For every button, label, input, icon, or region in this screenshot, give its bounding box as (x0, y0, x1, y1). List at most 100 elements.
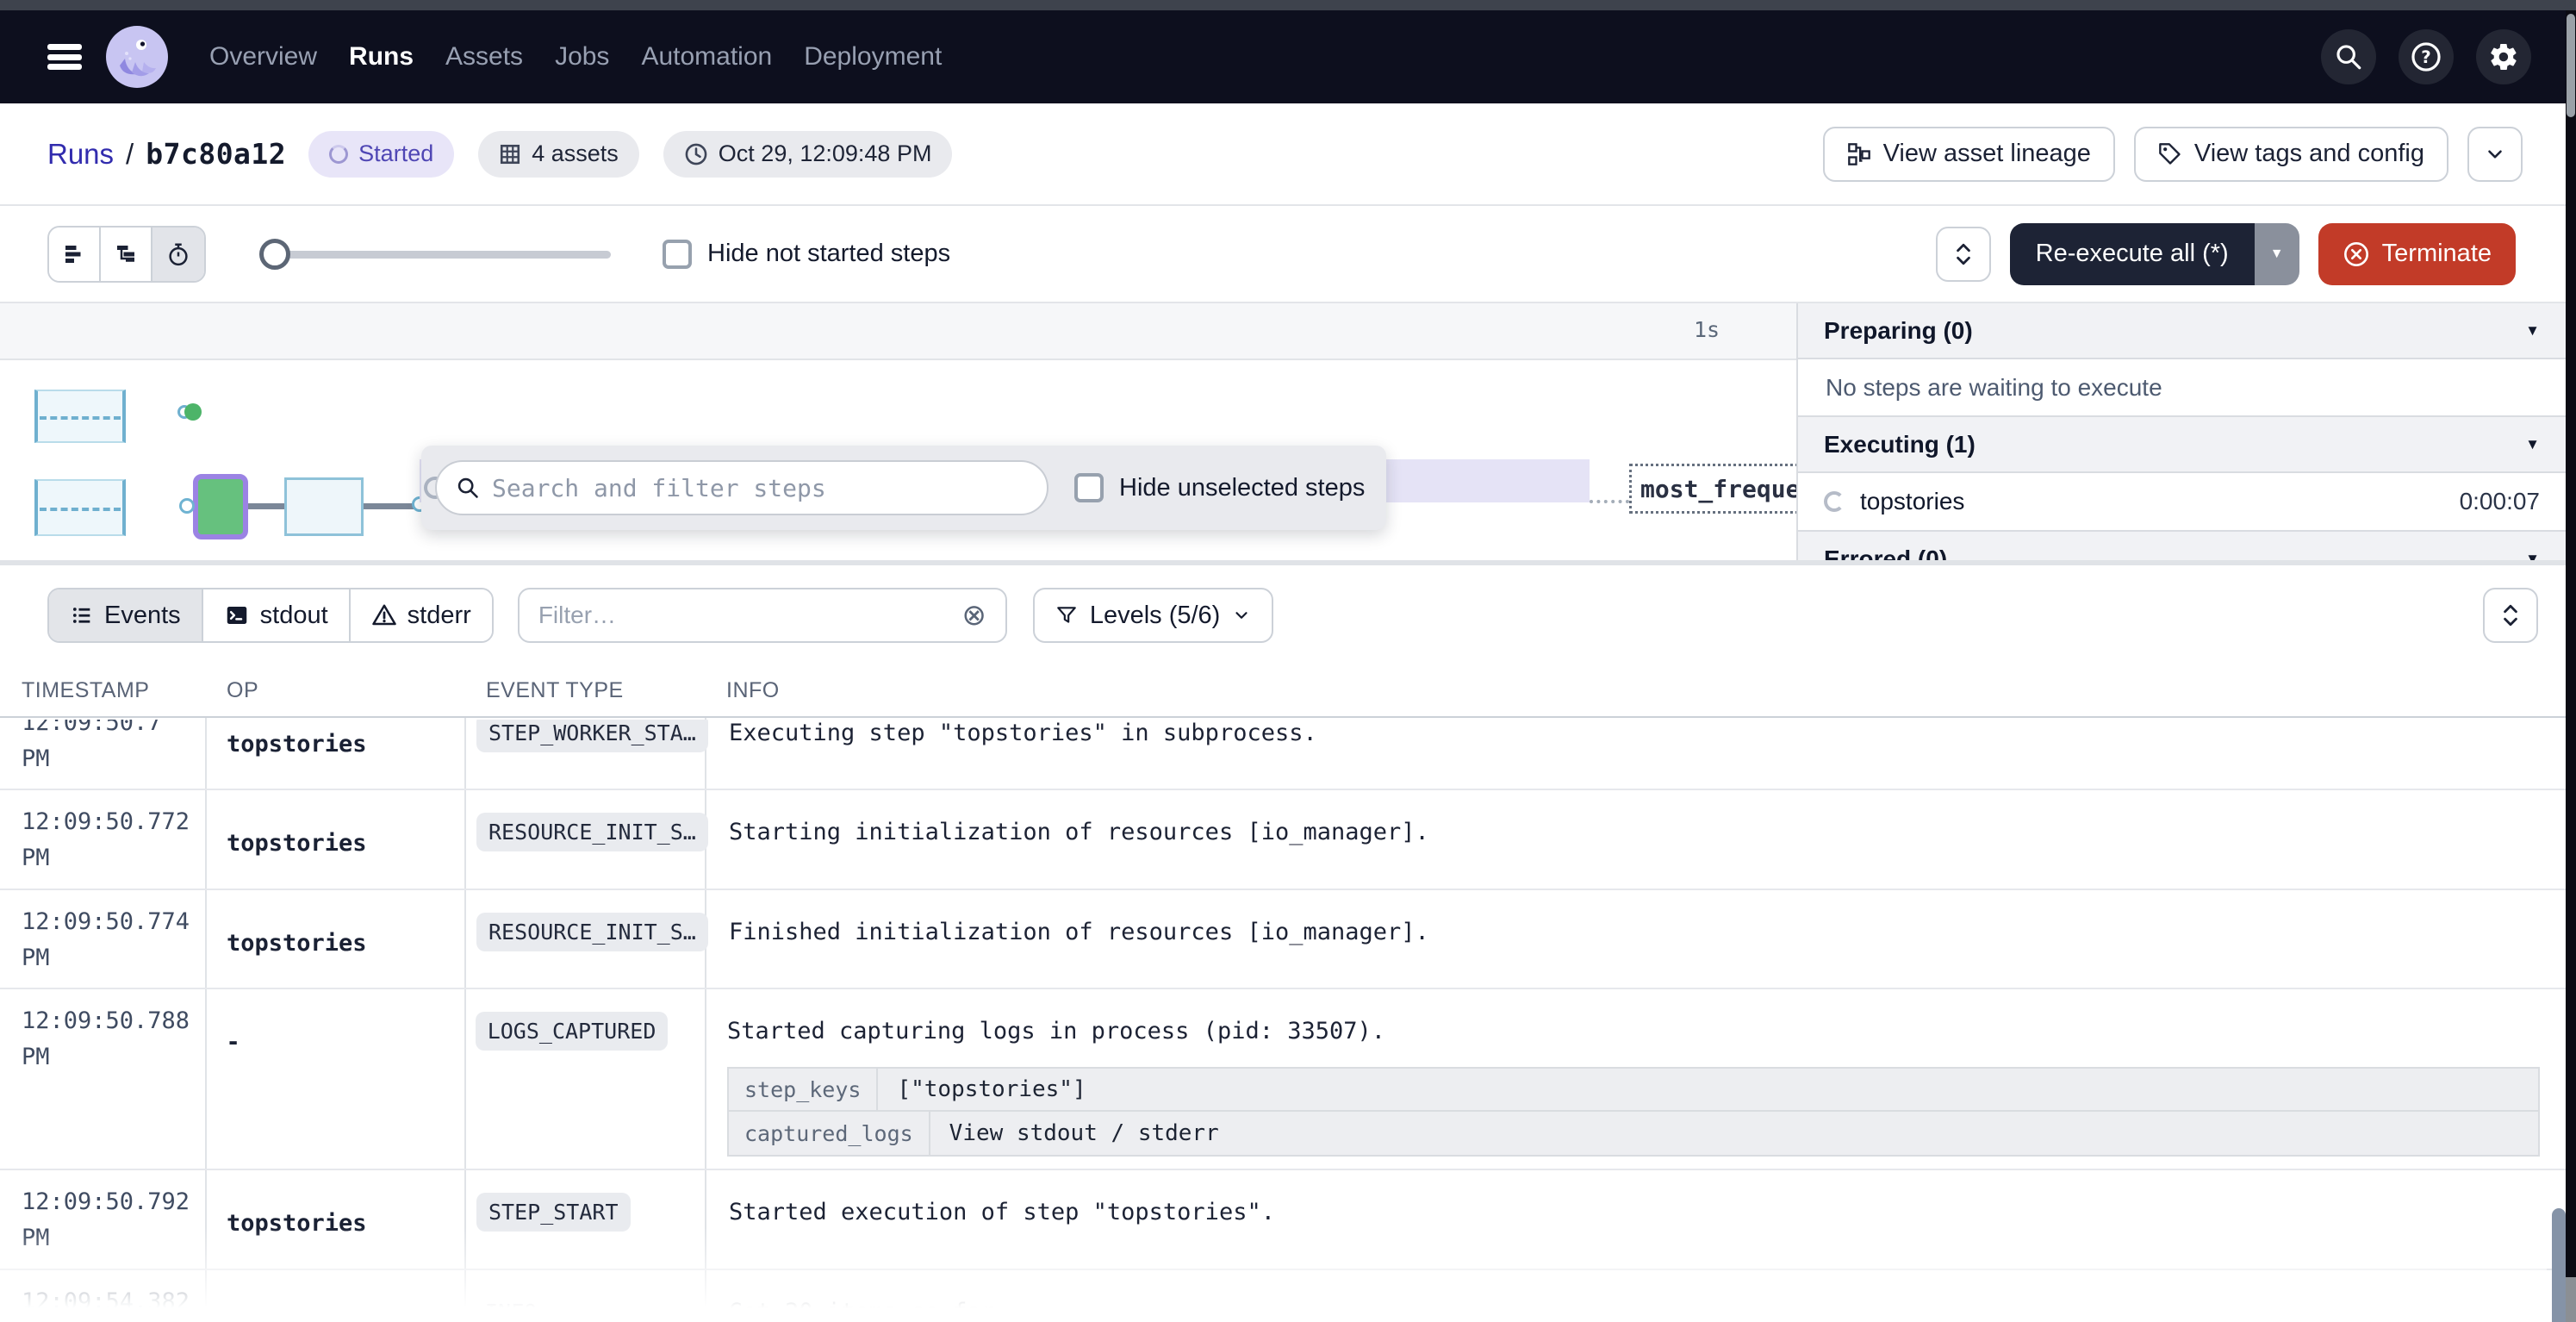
hide-not-started-checkbox-row[interactable]: Hide not started steps (663, 240, 950, 269)
settings-button[interactable] (2476, 29, 2531, 84)
event-info-text: Started execution of step "topstories". (729, 1196, 2540, 1229)
nav-item-automation[interactable]: Automation (641, 42, 772, 72)
view-asset-lineage-button[interactable]: View asset lineage (1823, 127, 2115, 182)
selected-step-label[interactable]: most_frequent (1629, 464, 1796, 514)
grid-icon (499, 143, 521, 165)
errored-section-header[interactable]: Errored (0) ▼ (1798, 532, 2566, 560)
gantt-step-dot[interactable] (184, 403, 202, 421)
hide-not-started-checkbox[interactable] (663, 240, 692, 269)
event-info-cell: Started execution of step "topstories". (705, 1170, 2566, 1269)
panel-expander-button[interactable] (1936, 227, 1991, 282)
event-op: topstories (205, 720, 464, 789)
gantt-step-not-started-2[interactable] (34, 479, 126, 536)
nav-item-jobs[interactable]: Jobs (555, 42, 609, 72)
event-type-badge: INFO (476, 1293, 545, 1322)
run-id: b7c80a12 (146, 137, 286, 171)
nav-item-deployment[interactable]: Deployment (804, 42, 942, 72)
tab-events[interactable]: Events (49, 589, 203, 641)
run-header: Runs / b7c80a12 Started 4 assets Oct 29,… (0, 103, 2566, 206)
view-flat-button[interactable] (49, 228, 101, 281)
event-timestamp: 12:09:50.7 PM (0, 720, 205, 789)
gantt-zoom-slider[interactable] (259, 239, 611, 270)
event-op: - (204, 989, 463, 1169)
tab-stdout[interactable]: stdout (203, 589, 351, 641)
metadata-value[interactable]: View stdout / stderr (930, 1112, 1238, 1155)
event-op: topstories (205, 1170, 464, 1269)
levels-dropdown[interactable]: Levels (5/6) (1033, 588, 1274, 643)
executing-section-header[interactable]: Executing (1) ▼ (1798, 417, 2566, 473)
menu-icon[interactable] (47, 44, 82, 70)
terminate-button[interactable]: Terminate (2318, 223, 2516, 285)
warning-triangle-icon (371, 602, 397, 628)
window-scrollbar-thumb[interactable] (2567, 14, 2575, 117)
gantt-step-queued[interactable] (284, 477, 364, 536)
event-type-badge: STEP_START (476, 1193, 631, 1232)
event-type-cell: LOGS_CAPTURED (464, 989, 703, 1169)
slider-track[interactable] (259, 251, 611, 259)
clock-icon (684, 142, 708, 166)
clear-filter-icon[interactable]: ⊗ (961, 601, 986, 630)
step-spinner-icon (1824, 491, 1845, 512)
view-waterfall-button[interactable] (101, 228, 152, 281)
view-timed-button[interactable] (152, 228, 204, 281)
event-info-text: Got 20 items so far. (729, 1296, 2540, 1322)
event-timestamp: 12:09:50.774 PM (0, 890, 205, 988)
run-more-actions-button[interactable] (2467, 127, 2523, 182)
table-scrollbar[interactable] (2552, 1208, 2566, 1322)
hide-unselected-checkbox-row[interactable]: Hide unselected steps (1074, 473, 1365, 502)
step-search-input[interactable] (492, 474, 1028, 502)
event-table-row[interactable]: 12:09:50.772 PM topstories RESOURCE_INIT… (0, 790, 2566, 890)
dagster-logo[interactable] (106, 26, 168, 88)
window-scrollbar[interactable] (2566, 10, 2576, 1322)
event-table-row[interactable]: 12:09:50.7 PM topstories STEP_WORKER_STA… (0, 720, 2566, 790)
event-type-badge: STEP_WORKER_STA… (476, 720, 708, 752)
nav-item-assets[interactable]: Assets (445, 42, 523, 72)
event-type-cell: RESOURCE_INIT_S… (464, 790, 705, 889)
flat-list-icon (61, 241, 87, 267)
breadcrumb-runs-link[interactable]: Runs (47, 138, 114, 171)
nav-item-overview[interactable]: Overview (209, 42, 317, 72)
event-table-row[interactable]: 12:09:50.774 PM topstories RESOURCE_INIT… (0, 890, 2566, 990)
search-button[interactable] (2321, 29, 2376, 84)
event-table-row[interactable]: 12:09:54.382 PM topstories INFO Got 20 i… (0, 1270, 2566, 1322)
event-table-row[interactable]: 12:09:50.792 PM topstories STEP_START St… (0, 1170, 2566, 1270)
gantt-step-not-started-1[interactable] (34, 390, 126, 443)
col-info: INFO (705, 665, 2566, 716)
event-type-cell: STEP_WORKER_STA… (464, 720, 705, 789)
assets-badge[interactable]: 4 assets (478, 131, 639, 178)
status-badge: Started (308, 131, 454, 178)
nav-item-runs[interactable]: Runs (349, 42, 414, 72)
tab-stderr[interactable]: stderr (351, 589, 492, 641)
metadata-value: ["topstories"] (878, 1069, 1104, 1110)
view-tags-config-button[interactable]: View tags and config (2134, 127, 2448, 182)
hide-unselected-checkbox[interactable] (1074, 473, 1104, 502)
event-info-cell: Started capturing logs in process (pid: … (703, 989, 2566, 1169)
log-filter-input[interactable] (538, 602, 952, 629)
svg-text:?: ? (2421, 47, 2430, 67)
event-timestamp: 12:09:50.788 PM (0, 989, 204, 1169)
event-table-row[interactable]: 12:09:50.788 PM - LOGS_CAPTURED Started … (0, 989, 2566, 1170)
log-filter-box[interactable]: ⊗ (518, 588, 1007, 643)
gantt-dotted-connector (1590, 500, 1629, 503)
hide-not-started-label: Hide not started steps (707, 240, 950, 268)
reexecute-dropdown-button[interactable]: ▼ (2255, 223, 2299, 285)
gantt-step-running-selected[interactable] (193, 474, 248, 539)
dagster-run-page: Overview Runs Assets Jobs Automation Dep… (0, 0, 2576, 1322)
event-type-badge: RESOURCE_INIT_S… (476, 813, 708, 851)
waterfall-icon (113, 241, 139, 267)
search-icon (456, 476, 480, 500)
help-button[interactable]: ? (2399, 29, 2454, 84)
col-timestamp: TIMESTAMP (0, 665, 205, 716)
preparing-section-header[interactable]: Preparing (0) ▼ (1798, 303, 2566, 359)
reexecute-all-button[interactable]: Re-execute all (*) (2010, 223, 2255, 285)
collapse-chevron-icon: ▼ (2525, 436, 2540, 453)
slider-thumb[interactable] (259, 239, 290, 270)
hide-unselected-label: Hide unselected steps (1119, 474, 1365, 502)
executing-step-row[interactable]: topstories 0:00:07 (1798, 473, 2566, 532)
collapse-chevron-icon: ▼ (2525, 322, 2540, 340)
step-search-box[interactable] (435, 460, 1048, 515)
event-type-cell: INFO (464, 1270, 705, 1322)
breadcrumb: Runs / b7c80a12 (47, 137, 286, 171)
window-title-strip (0, 0, 2576, 10)
log-expander-button[interactable] (2483, 588, 2538, 643)
